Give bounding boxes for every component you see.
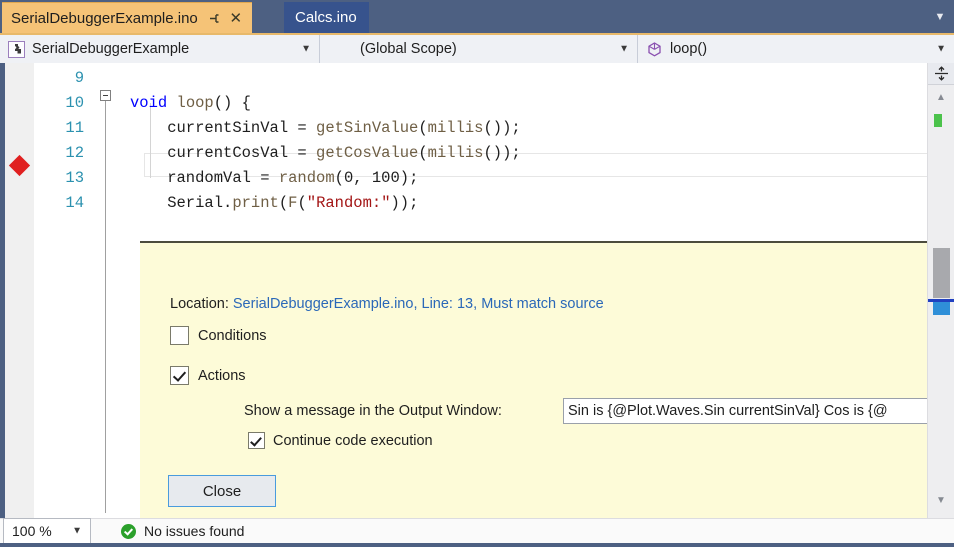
- line-number: 13: [65, 169, 84, 187]
- code-token: currentCosVal =: [130, 144, 317, 162]
- code-token: (: [418, 119, 428, 137]
- scrollbar-thumb[interactable]: [933, 248, 950, 298]
- scroll-down-icon[interactable]: ▼: [932, 492, 950, 508]
- line-number: 11: [65, 119, 84, 137]
- tab-calcs[interactable]: Calcs.ino: [284, 2, 369, 33]
- zoom-level-dropdown[interactable]: 100 % ▼: [3, 518, 91, 544]
- line-number: 10: [65, 94, 84, 112]
- scrollbar-caret-box: [933, 302, 950, 315]
- member-dropdown[interactable]: loop() ▼: [638, 35, 954, 63]
- code-token: ));: [390, 194, 419, 212]
- code-token: (: [297, 194, 307, 212]
- code-token: ,: [353, 169, 372, 187]
- status-bar: 100 % ▼ No issues found: [0, 518, 954, 547]
- code-token: (: [278, 194, 289, 212]
- continue-execution-label: Continue code execution: [273, 432, 433, 449]
- code-token: Serial.: [130, 194, 233, 212]
- code-token: ());: [483, 119, 521, 137]
- code-token: 0: [343, 169, 354, 187]
- conditions-row[interactable]: Conditions: [170, 326, 267, 345]
- code-token: loop: [176, 94, 214, 112]
- issues-status[interactable]: No issues found: [121, 523, 244, 539]
- location-line-link[interactable]: Line: 13: [422, 296, 474, 312]
- code-token: (: [418, 144, 428, 162]
- location-sep-1: ,: [413, 296, 422, 312]
- editor-tab-strip: SerialDebuggerExample.ino ✕ Calcs.ino ▼: [0, 0, 954, 33]
- breakpoint-location: Location: SerialDebuggerExample.ino, Lin…: [170, 296, 604, 312]
- code-token: void: [130, 94, 177, 112]
- code-line[interactable]: void loop() {: [130, 91, 251, 116]
- scrollbar-change-marker: [934, 114, 942, 127]
- method-icon: [646, 41, 663, 58]
- code-token: getSinValue: [316, 119, 419, 137]
- project-dropdown-label: SerialDebuggerExample: [32, 41, 190, 57]
- code-token: currentSinVal =: [130, 119, 317, 137]
- close-icon[interactable]: ✕: [226, 7, 246, 29]
- zoom-level-label: 100 %: [12, 523, 52, 539]
- location-sep-2: ,: [473, 296, 482, 312]
- project-icon: [8, 40, 25, 58]
- output-message-label: Show a message in the Output Window:: [244, 403, 502, 419]
- code-token: millis: [427, 119, 484, 137]
- tracepoint-diamond-icon[interactable]: [8, 154, 31, 177]
- actions-checkbox[interactable]: [170, 366, 189, 385]
- line-number: 12: [65, 144, 84, 162]
- collapse-outline-icon[interactable]: [100, 90, 111, 101]
- outline-guide-line: [105, 101, 106, 513]
- editor-vertical-scrollbar[interactable]: ▲ ▼: [927, 63, 954, 518]
- breakpoint-settings-title-bar: Breakpoint Settings ✕: [745, 241, 912, 242]
- code-line[interactable]: Serial.print(F("Random:"));: [130, 191, 418, 216]
- tab-label: Calcs.ino: [295, 9, 357, 26]
- code-line[interactable]: currentSinVal = getSinValue(millis());: [130, 116, 521, 141]
- scroll-up-icon[interactable]: ▲: [932, 89, 950, 105]
- line-number: 9: [74, 69, 84, 87]
- scope-dropdown-label: (Global Scope): [360, 41, 457, 57]
- chevron-down-icon[interactable]: ▼: [936, 44, 946, 55]
- actions-label: Actions: [198, 367, 246, 384]
- continue-execution-row[interactable]: Continue code execution: [248, 432, 433, 449]
- code-token: );: [399, 169, 419, 187]
- code-token: ());: [483, 144, 521, 162]
- code-token: millis: [427, 144, 484, 162]
- chevron-down-icon[interactable]: ▼: [619, 44, 629, 55]
- scope-dropdown[interactable]: (Global Scope) ▼: [320, 35, 638, 63]
- code-line[interactable]: currentCosVal = getCosValue(millis());: [130, 141, 521, 166]
- location-file-link[interactable]: SerialDebuggerExample.ino: [233, 296, 414, 312]
- continue-execution-checkbox[interactable]: [248, 432, 265, 449]
- navigation-bar: SerialDebuggerExample ▼ (Global Scope) ▼…: [0, 33, 954, 63]
- tab-serialdebuggerexample[interactable]: SerialDebuggerExample.ino ✕: [2, 2, 252, 33]
- code-token: randomVal =: [130, 169, 279, 187]
- code-token: getCosValue: [316, 144, 419, 162]
- project-dropdown[interactable]: SerialDebuggerExample ▼: [0, 35, 320, 63]
- chevron-down-icon[interactable]: ▼: [932, 10, 948, 24]
- code-token: (: [334, 169, 344, 187]
- code-editor[interactable]: 9 10 void loop() { 11 currentSinVal = getSi…: [0, 63, 954, 518]
- code-token: "Random:": [306, 194, 391, 212]
- conditions-checkbox[interactable]: [170, 326, 189, 345]
- actions-row[interactable]: Actions: [170, 366, 246, 385]
- member-dropdown-label: loop(): [670, 41, 708, 57]
- visual-studio-window: SerialDebuggerExample.ino ✕ Calcs.ino ▼: [0, 0, 954, 547]
- chevron-down-icon[interactable]: ▼: [301, 44, 311, 55]
- pin-icon[interactable]: [206, 7, 224, 29]
- check-circle-icon: [121, 523, 136, 539]
- chevron-down-icon[interactable]: ▼: [72, 526, 82, 537]
- line-number: 14: [65, 194, 84, 212]
- conditions-label: Conditions: [198, 327, 267, 344]
- breakpoint-settings-panel[interactable]: Breakpoint Settings ✕ Location: SerialDe…: [140, 241, 932, 518]
- tab-label: SerialDebuggerExample.ino: [11, 9, 198, 27]
- code-token: () {: [213, 94, 251, 112]
- issues-status-label: No issues found: [144, 523, 245, 539]
- close-button[interactable]: Close: [168, 475, 276, 507]
- breakpoint-gutter[interactable]: [5, 63, 34, 518]
- code-line[interactable]: randomVal = random(0, 100);: [130, 166, 418, 191]
- code-token: 100: [371, 169, 400, 187]
- split-view-icon[interactable]: [928, 63, 954, 85]
- location-must-match-link[interactable]: Must match source: [481, 296, 604, 312]
- code-token: random: [278, 169, 335, 187]
- code-token: print: [232, 194, 279, 212]
- location-prefix: Location:: [170, 296, 233, 312]
- output-message-input[interactable]: Sin is {@Plot.Waves.Sin currentSinVal} C…: [563, 398, 932, 424]
